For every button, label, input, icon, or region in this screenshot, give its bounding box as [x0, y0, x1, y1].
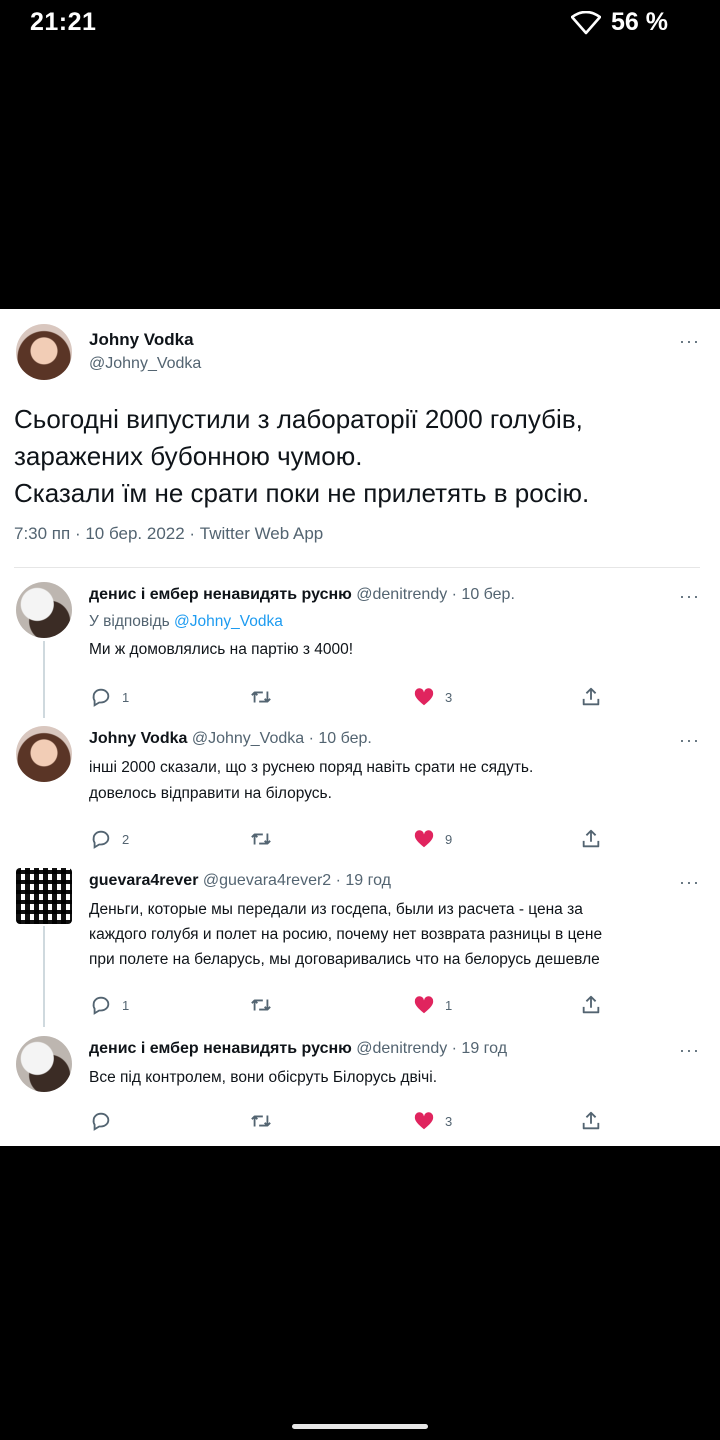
tweet-timestamp[interactable]: 7:30 пп · 10 бер. 2022 · Twitter Web App — [14, 524, 323, 544]
retweet-icon — [251, 691, 271, 703]
reply-icon — [92, 996, 110, 1015]
status-indicators: 56 % — [571, 8, 668, 37]
reply-button[interactable]: 1 — [90, 994, 129, 1016]
retweet-button[interactable] — [250, 828, 282, 850]
like-button[interactable]: 1 — [413, 994, 452, 1016]
share-icon — [582, 995, 600, 1014]
tweet-actions: 1 1 — [0, 994, 720, 1020]
retweet-icon — [251, 833, 271, 845]
retweet-button[interactable] — [250, 994, 282, 1016]
more-icon[interactable]: ··· — [679, 872, 700, 893]
dog-avatar[interactable] — [16, 582, 72, 638]
girl-avatar[interactable] — [16, 726, 72, 782]
retweet-button[interactable] — [250, 1110, 282, 1132]
share-icon — [582, 687, 600, 706]
reply-meta: @denitrendy · 19 год — [356, 1040, 508, 1057]
reply-header: Johny Vodka @Johny_Vodka · 10 бер. — [89, 730, 372, 748]
reply-text: каждого голубя и полет на росию, почему … — [89, 926, 603, 943]
reply-meta: @denitrendy · 10 бер. — [356, 586, 515, 603]
reply-header: денис і ембер ненавидять русню @denitren… — [89, 1040, 507, 1058]
reply-author-name[interactable]: денис і ембер ненавидять русню — [89, 1040, 352, 1057]
dog-avatar[interactable] — [16, 1036, 72, 1092]
reply-button[interactable]: 1 — [90, 686, 129, 708]
status-bar: 21:21 56 % — [0, 0, 720, 48]
reply-count: 2 — [122, 831, 130, 847]
tweet-text-line: Сьогодні випустили з лабораторії 2000 го… — [14, 404, 583, 434]
reply-text: Ми ж домовлялись на партію з 4000! — [89, 641, 354, 658]
author-name[interactable]: Johny Vodka — [89, 330, 194, 350]
status-time: 21:21 — [30, 8, 97, 36]
share-button[interactable] — [580, 1110, 602, 1132]
replying-to: У відповідь @Johny_Vodka — [89, 610, 283, 634]
wifi-icon — [571, 10, 602, 34]
replying-to-label: У відповідь — [89, 613, 174, 630]
reply-text: Все під контролем, вони обісруть Білорус… — [89, 1069, 438, 1086]
reply-text: інші 2000 сказали, що з руснею поряд нав… — [89, 759, 534, 776]
reply-count: 1 — [122, 997, 130, 1013]
reply-header: guevara4rever @guevara4rever2 · 19 год — [89, 872, 391, 890]
heart-icon — [414, 1112, 434, 1130]
more-icon[interactable]: ··· — [679, 586, 700, 607]
reply-button[interactable]: 2 — [90, 828, 129, 850]
reply-meta: @Johny_Vodka · 10 бер. — [191, 730, 372, 747]
reply-icon — [92, 688, 110, 707]
divider — [14, 567, 700, 568]
heart-icon — [414, 996, 434, 1014]
retweet-icon — [251, 1115, 271, 1127]
share-icon — [582, 829, 600, 848]
more-icon[interactable]: ··· — [679, 1040, 700, 1061]
reply-icon — [92, 1112, 110, 1131]
share-button[interactable] — [580, 828, 602, 850]
tweet-text-line: заражених бубонною чумою. — [14, 441, 363, 471]
reply-author-name[interactable]: денис і ембер ненавидять русню — [89, 586, 352, 603]
tweet-actions: 1 3 — [0, 686, 720, 712]
reply-button[interactable] — [90, 1110, 122, 1132]
reply-text: Деньги, которые мы передали из госдепа, … — [89, 901, 583, 918]
retweet-icon — [251, 999, 271, 1011]
share-button[interactable] — [580, 686, 602, 708]
reply-text: довелось відправити на білорусь. — [89, 785, 332, 802]
reply-meta: @guevara4rever2 · 19 год — [202, 872, 392, 889]
qr-avatar[interactable] — [16, 868, 72, 924]
home-indicator[interactable] — [292, 1424, 428, 1429]
like-button[interactable]: 3 — [413, 686, 452, 708]
like-count: 3 — [445, 1113, 453, 1129]
like-button[interactable]: 9 — [413, 828, 452, 850]
like-count: 1 — [445, 997, 453, 1013]
share-icon — [582, 1111, 600, 1130]
reply-author-name[interactable]: guevara4rever — [89, 872, 198, 889]
tweet-thread-card: Johny Vodka @Johny_Vodka ··· Сьогодні ви… — [0, 309, 720, 1146]
author-handle[interactable]: @Johny_Vodka — [89, 355, 201, 373]
like-count: 3 — [445, 689, 453, 705]
mention-link[interactable]: @Johny_Vodka — [174, 613, 283, 630]
tweet-actions: 3 — [0, 1110, 720, 1136]
like-button[interactable]: 3 — [413, 1110, 452, 1132]
heart-icon — [414, 688, 434, 706]
retweet-button[interactable] — [250, 686, 282, 708]
reply-author-name[interactable]: Johny Vodka — [89, 730, 187, 747]
reply-header: денис і ембер ненавидять русню @denitren… — [89, 586, 515, 604]
like-count: 9 — [445, 831, 453, 847]
reply-count: 1 — [122, 689, 130, 705]
more-icon[interactable]: ··· — [679, 730, 700, 751]
tweet-text: Сьогодні випустили з лабораторії 2000 го… — [14, 401, 704, 512]
reply-icon — [92, 830, 110, 849]
share-button[interactable] — [580, 994, 602, 1016]
more-icon[interactable]: ··· — [679, 331, 700, 352]
tweet-actions: 2 9 — [0, 828, 720, 854]
battery-percentage: 56 % — [611, 8, 668, 36]
author-avatar[interactable] — [16, 324, 72, 380]
reply-text: при полете на беларусь, мы договаривалис… — [89, 951, 600, 968]
heart-icon — [414, 830, 434, 848]
tweet-text-line: Сказали їм не срати поки не прилетять в … — [14, 478, 590, 508]
